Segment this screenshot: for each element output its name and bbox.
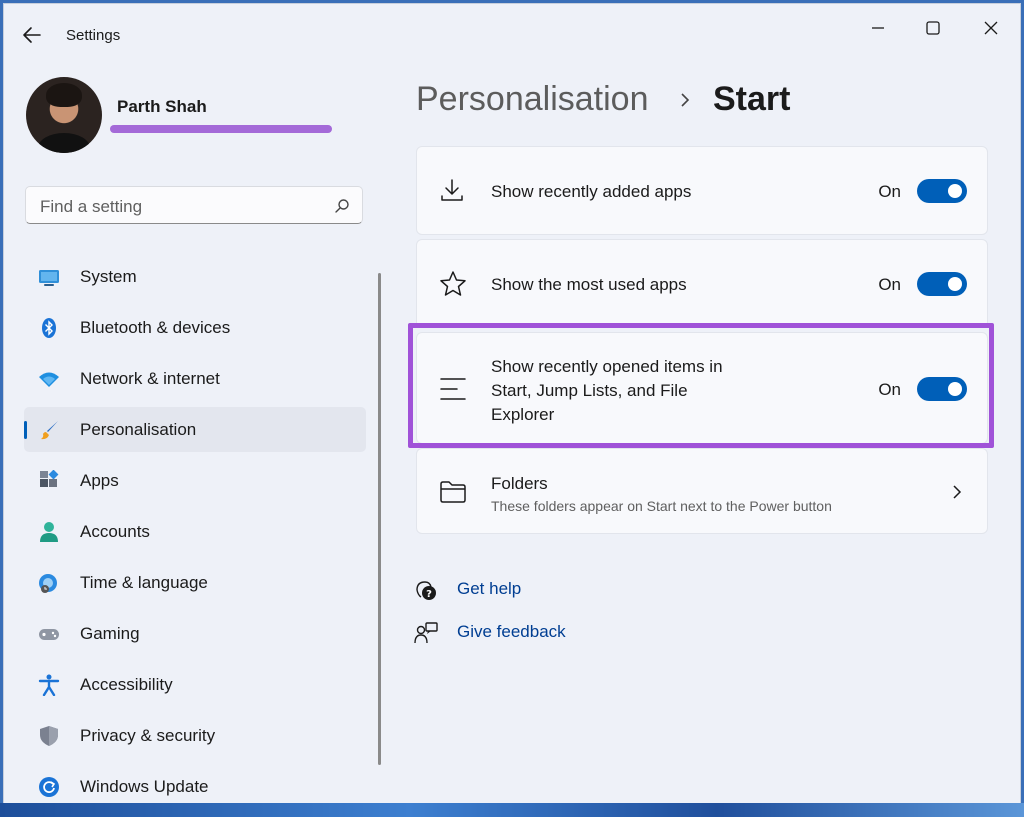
maximize-icon xyxy=(926,21,940,35)
toggle-knob xyxy=(948,277,962,291)
sidebar-item-bluetooth[interactable]: Bluetooth & devices xyxy=(24,305,366,350)
selection-indicator xyxy=(24,421,27,439)
sidebar-item-label: Apps xyxy=(80,471,119,490)
accessibility-icon xyxy=(38,674,60,696)
sidebar-item-label: Windows Update xyxy=(80,777,209,796)
sidebar-item-label: Gaming xyxy=(80,624,140,643)
arrow-left-icon xyxy=(23,27,41,43)
sidebar-item-accounts[interactable]: Accounts xyxy=(24,509,366,554)
title-bar: Settings xyxy=(4,4,1020,64)
toggle-state-label: On xyxy=(878,380,901,399)
settings-window: Settings Parth Shah System xyxy=(3,3,1021,808)
setting-title-line: Show recently opened items in xyxy=(491,357,723,376)
setting-card-recently-opened: Show recently opened items in Start, Jum… xyxy=(416,332,988,444)
folder-icon xyxy=(440,481,466,503)
svg-text:?: ? xyxy=(426,589,432,600)
back-button[interactable] xyxy=(22,26,46,46)
wifi-icon xyxy=(39,372,59,387)
sidebar-item-label: Accounts xyxy=(80,522,150,541)
chevron-right-icon xyxy=(681,93,690,107)
sidebar-nav: System Bluetooth & devices Network & int… xyxy=(24,254,366,807)
sidebar-item-system[interactable]: System xyxy=(24,254,366,299)
toggle-state-label: On xyxy=(878,275,901,294)
search-icon[interactable] xyxy=(334,198,350,214)
toggle-state-label: On xyxy=(878,182,901,201)
list-lines-icon xyxy=(440,378,466,400)
user-name: Parth Shah xyxy=(117,97,207,116)
sidebar-item-windows-update[interactable]: Windows Update xyxy=(24,764,366,807)
get-help-label[interactable]: Get help xyxy=(457,579,521,599)
download-icon xyxy=(441,179,463,201)
app-title: Settings xyxy=(66,27,121,44)
star-icon xyxy=(440,271,466,296)
avatar[interactable] xyxy=(26,77,102,153)
shield-icon xyxy=(40,726,58,746)
feedback-icon xyxy=(414,622,438,644)
setting-card-recently-added: Show recently added apps On xyxy=(416,146,988,235)
toggle-knob xyxy=(948,382,962,396)
sidebar-item-personalisation[interactable]: Personalisation xyxy=(24,407,366,452)
update-icon xyxy=(39,777,59,797)
paintbrush-icon xyxy=(41,421,58,440)
sidebar-item-time-language[interactable]: Time & language xyxy=(24,560,366,605)
sidebar-item-apps[interactable]: Apps xyxy=(24,458,366,503)
sidebar-item-accessibility[interactable]: Accessibility xyxy=(24,662,366,707)
setting-subtitle: These folders appear on Start next to th… xyxy=(491,498,832,514)
email-redaction-mark xyxy=(110,125,332,133)
sidebar-item-label: Privacy & security xyxy=(80,726,216,745)
sidebar-scrollbar[interactable] xyxy=(378,273,381,765)
recently-added-toggle[interactable] xyxy=(917,179,967,203)
maximize-button[interactable] xyxy=(910,12,956,44)
setting-title-line: Explorer xyxy=(491,405,555,424)
page-title: Start xyxy=(713,80,791,118)
recently-opened-toggle[interactable] xyxy=(917,377,967,401)
sidebar-item-label: Personalisation xyxy=(80,420,197,439)
chevron-right-icon xyxy=(953,485,962,499)
gamepad-icon xyxy=(39,629,59,640)
minimize-button[interactable] xyxy=(855,12,901,44)
setting-title: Show recently added apps xyxy=(491,182,692,201)
setting-card-folders[interactable]: Folders These folders appear on Start ne… xyxy=(416,448,988,534)
sidebar-item-label: Bluetooth & devices xyxy=(80,318,231,337)
close-icon xyxy=(984,21,998,35)
sidebar-item-label: Network & internet xyxy=(80,369,220,388)
sidebar-item-label: System xyxy=(80,267,137,286)
apps-icon xyxy=(40,470,59,487)
minimize-icon xyxy=(872,27,884,29)
close-button[interactable] xyxy=(968,12,1014,44)
give-feedback-label[interactable]: Give feedback xyxy=(457,622,566,642)
help-chat-icon: ? xyxy=(416,581,436,600)
monitor-icon xyxy=(39,270,59,286)
breadcrumb-parent[interactable]: Personalisation xyxy=(416,80,648,119)
search-input[interactable] xyxy=(38,195,322,219)
sidebar-item-network[interactable]: Network & internet xyxy=(24,356,366,401)
setting-title: Show recently opened items in Start, Jum… xyxy=(491,355,723,427)
setting-title-line: Start, Jump Lists, and File xyxy=(491,381,688,400)
setting-title: Folders xyxy=(491,474,548,493)
most-used-toggle[interactable] xyxy=(917,272,967,296)
sidebar-item-label: Time & language xyxy=(80,573,208,592)
bluetooth-icon xyxy=(42,318,56,338)
person-icon xyxy=(40,522,58,542)
desktop-wallpaper-strip xyxy=(0,803,1024,817)
toggle-knob xyxy=(948,184,962,198)
setting-card-most-used: Show the most used apps On xyxy=(416,239,988,328)
sidebar-item-privacy[interactable]: Privacy & security xyxy=(24,713,366,758)
sidebar-item-gaming[interactable]: Gaming xyxy=(24,611,366,656)
setting-title: Show the most used apps xyxy=(491,275,687,294)
search-box[interactable] xyxy=(25,186,363,224)
globe-clock-icon xyxy=(39,574,57,593)
sidebar-item-label: Accessibility xyxy=(80,675,173,694)
